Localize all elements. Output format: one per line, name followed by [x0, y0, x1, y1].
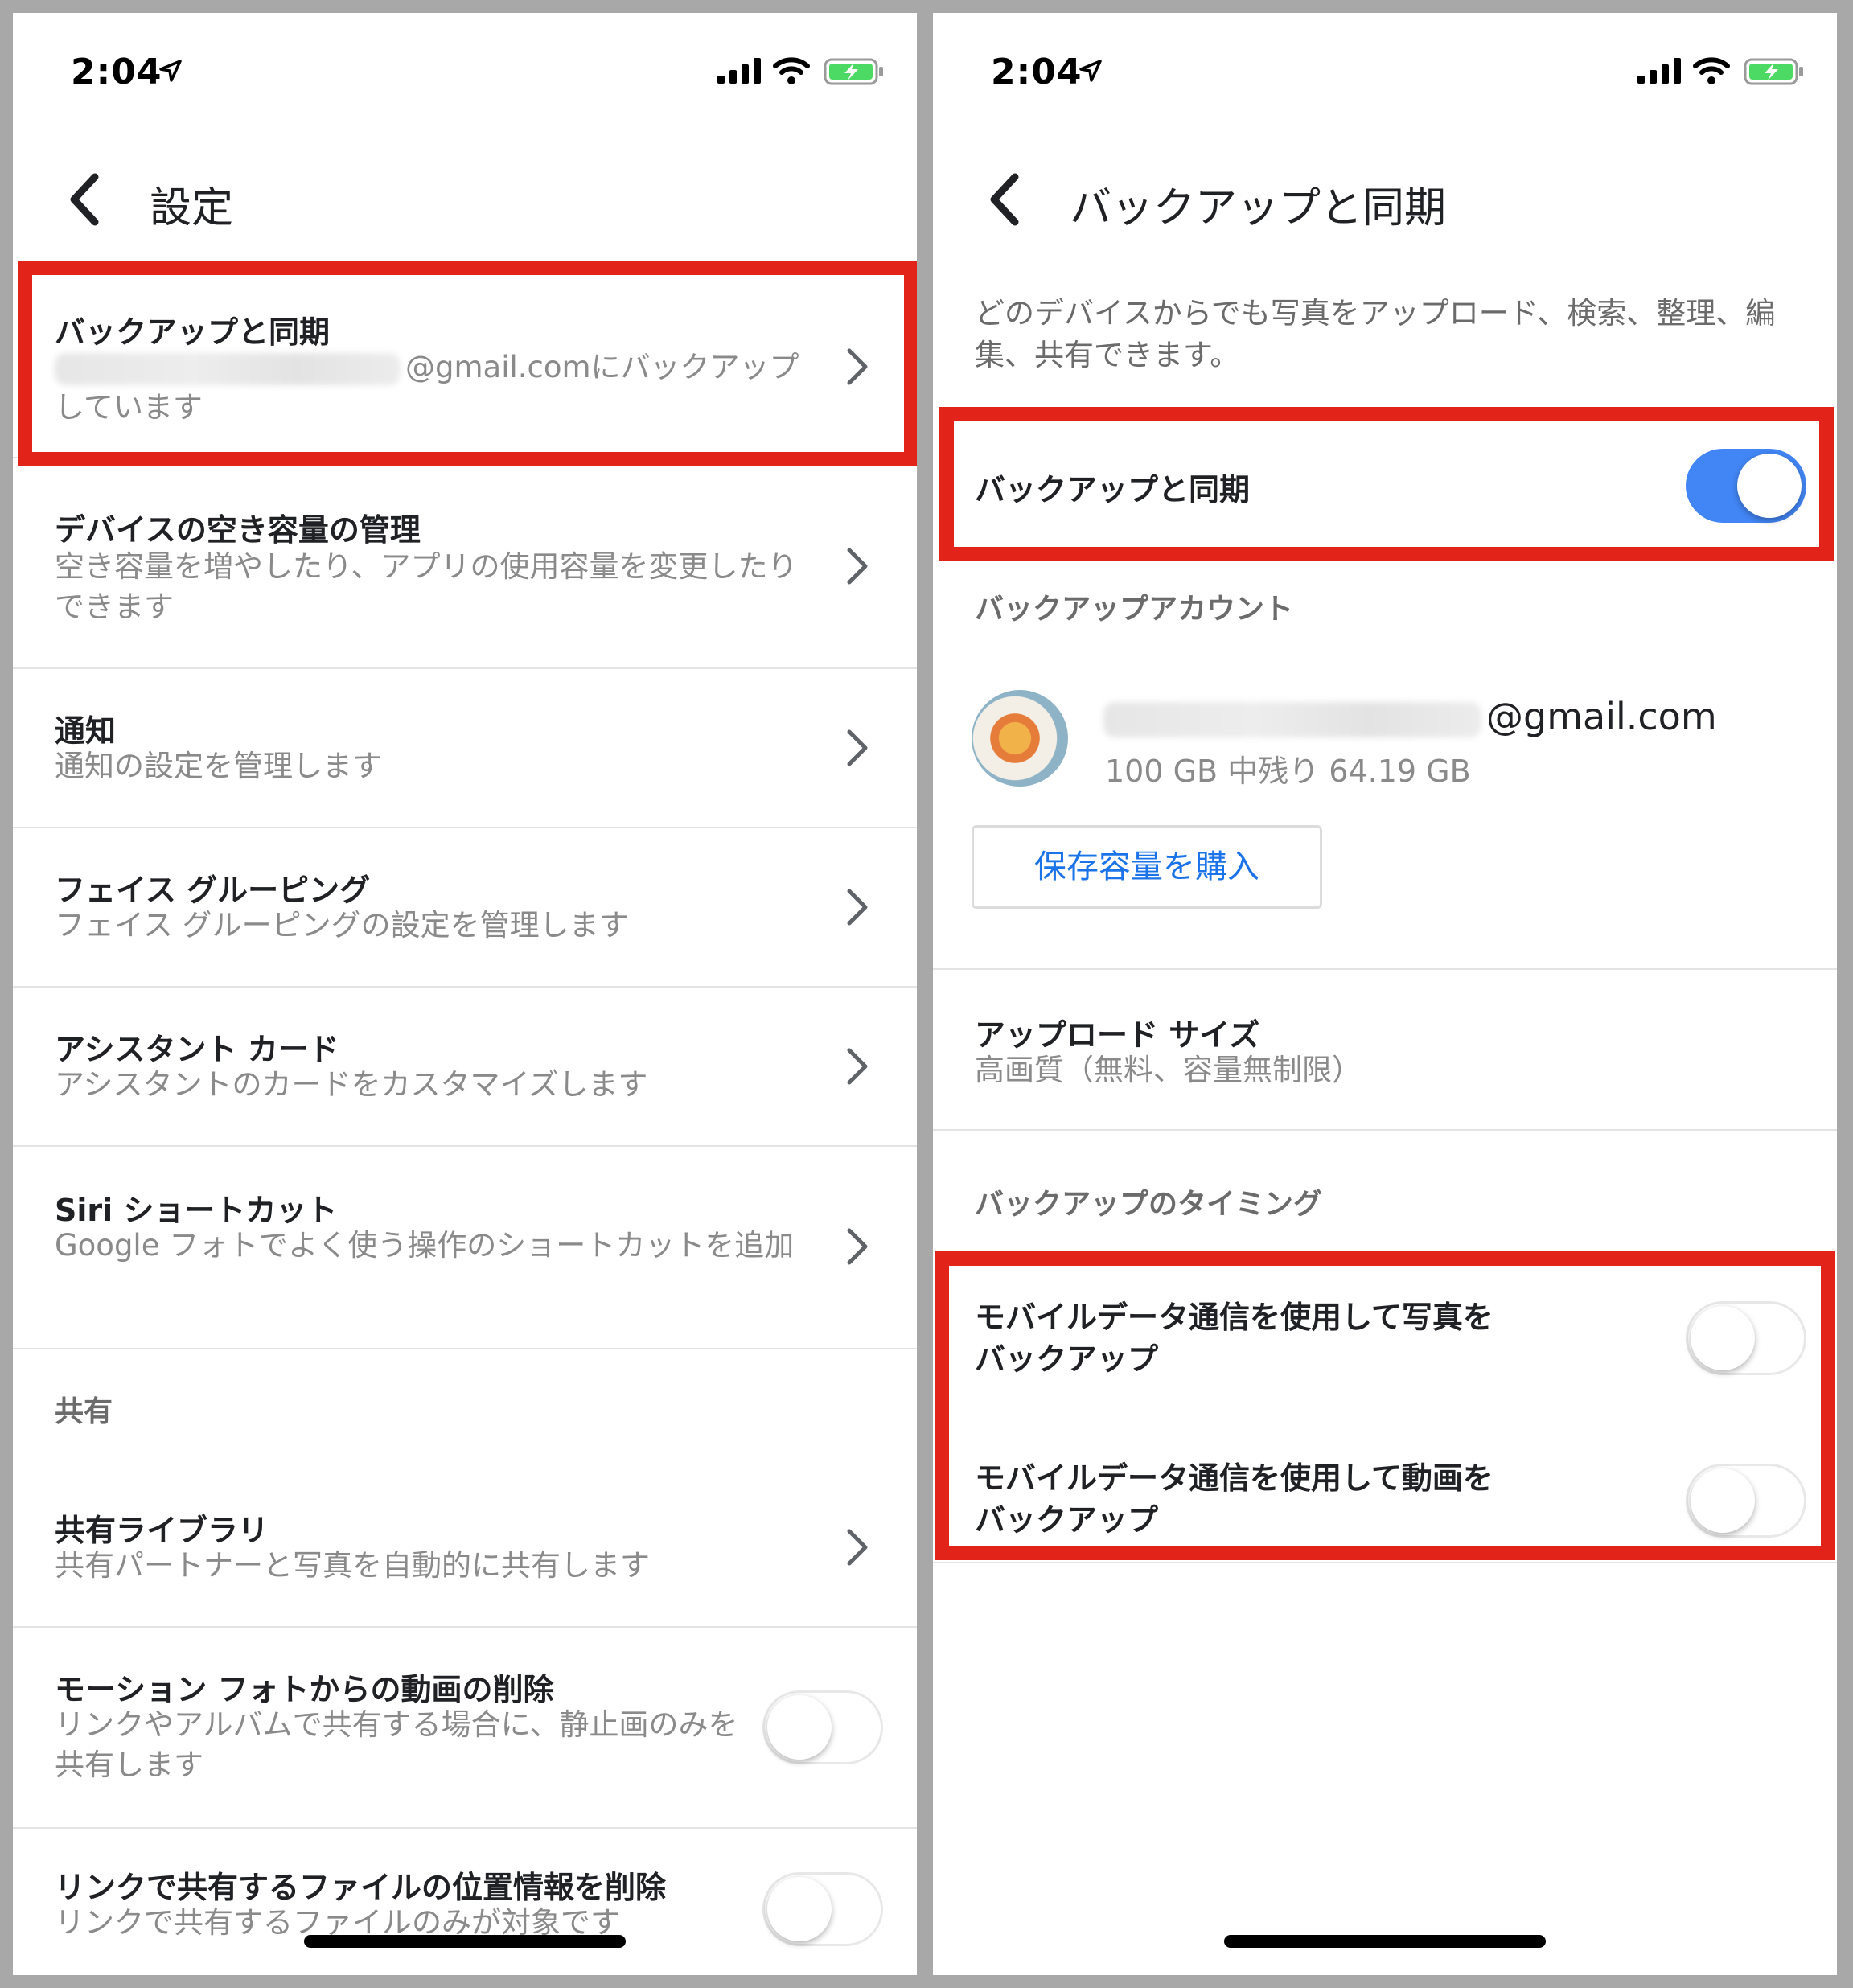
chevron-right-icon [847, 1529, 868, 1566]
home-indicator [1224, 1935, 1546, 1948]
row-title: バックアップと同期 [55, 314, 331, 350]
section-label-shared: 共有 [55, 1395, 113, 1428]
location-arrow-icon [1079, 60, 1102, 82]
home-indicator [304, 1935, 626, 1948]
back-arrow-icon[interactable] [981, 170, 1029, 228]
mobile-data-videos-row: モバイルデータ通信を使用して動画を バックアップ [933, 1425, 1837, 1578]
row-title: モーション フォトからの動画の削除 [55, 1672, 554, 1707]
settings-row-assistant-cards[interactable]: アシスタント カード アシスタントのカードをカスタマイズします [13, 988, 917, 1147]
chevron-right-icon [847, 1228, 868, 1265]
redacted-email [1103, 701, 1481, 737]
status-time: 2:04 [71, 51, 162, 92]
page-title: 設定 [150, 184, 234, 232]
settings-row-shared-library[interactable]: 共有ライブラリ 共有パートナーと写真を自動的に共有します [13, 1468, 917, 1628]
row-subtitle: アシスタントのカードをカスタマイズします [55, 1067, 648, 1102]
cellular-signal-icon [1637, 58, 1681, 84]
row-title: モバイルデータ通信を使用して写真を バックアップ [975, 1300, 1493, 1377]
mobile-data-videos-toggle[interactable] [1686, 1464, 1806, 1538]
status-bar: 2:04 [933, 13, 1837, 125]
upload-size-row[interactable]: アップロード サイズ 高画質（無料、容量無制限） [933, 968, 1837, 1131]
chevron-right-icon [847, 889, 868, 926]
header: バックアップと同期 [933, 142, 1837, 254]
row-title: フェイス グルーピング [55, 873, 371, 908]
chevron-right-icon [847, 729, 868, 766]
settings-row-remove-location: リンクで共有するファイルの位置情報を削除 リンクで共有するファイルのみが対象です [13, 1829, 917, 1975]
header: 設定 [13, 142, 917, 254]
row-subtitle: 空き容量を増やしたり、アプリの使用容量を変更したりできます [55, 549, 798, 624]
row-title: リンクで共有するファイルの位置情報を削除 [55, 1870, 667, 1905]
toggle-knob [1691, 1306, 1755, 1370]
settings-row-notifications[interactable]: 通知 通知の設定を管理します [13, 669, 917, 828]
settings-row-free-space[interactable]: デバイスの空き容量の管理 空き容量を増やしたり、アプリの使用容量を変更したりでき… [13, 457, 917, 669]
battery-charging-icon [824, 58, 883, 85]
row-title: アシスタント カード [55, 1032, 339, 1067]
toggle-knob [1737, 454, 1802, 518]
section-label-backup-timing: バックアップのタイミング [975, 1188, 1323, 1221]
battery-charging-icon [1744, 58, 1803, 85]
back-arrow-icon[interactable] [61, 170, 109, 228]
chevron-right-icon [847, 348, 868, 385]
row-title: バックアップと同期 [975, 472, 1251, 507]
row-title: 共有ライブラリ [55, 1513, 269, 1548]
row-title: 通知 [55, 713, 117, 749]
chevron-right-icon [847, 548, 868, 585]
status-bar: 2:04 [13, 13, 917, 125]
location-arrow-icon [159, 60, 182, 82]
row-subtitle: 高画質（無料、容量無制限） [975, 1053, 1362, 1087]
description-text: どのデバイスからでも写真をアップロード、検索、整理、編集、共有できます。 [975, 296, 1776, 372]
toggle-knob [767, 1695, 832, 1760]
row-subtitle: @gmail.comにバックアップ しています [55, 350, 799, 425]
redacted-email [55, 352, 401, 385]
account-email: @gmail.com [1103, 695, 1717, 738]
backup-sync-row: バックアップと同期 [933, 415, 1837, 552]
row-title: Siri ショートカット [55, 1193, 338, 1228]
row-title: デバイスの空き容量の管理 [55, 512, 421, 548]
wifi-icon [773, 57, 810, 84]
cellular-signal-icon [717, 58, 761, 84]
toggle-knob [767, 1877, 832, 1941]
wifi-icon [1693, 57, 1730, 84]
buy-storage-button[interactable]: 保存容量を購入 [972, 825, 1322, 909]
row-subtitle: フェイス グルーピングの設定を管理します [55, 908, 629, 943]
row-subtitle: リンクやアルバムで共有する場合に、静止画のみを共有します [55, 1707, 738, 1782]
row-subtitle: 共有パートナーと写真を自動的に共有します [55, 1548, 650, 1583]
row-title: モバイルデータ通信を使用して動画を バックアップ [975, 1460, 1493, 1538]
divider [933, 1562, 1837, 1563]
settings-screen: 2:04 設定 バックアップと同期 @gmail.comにバックアップ していま… [13, 13, 917, 1975]
status-time: 2:04 [991, 51, 1083, 92]
remove-location-toggle[interactable] [762, 1872, 883, 1946]
row-subtitle: 通知の設定を管理します [55, 749, 382, 783]
backup-sync-screen: 2:04 バックアップと同期 どのデバイスからでも写真をアップロード、検索、整理… [933, 13, 1837, 1975]
settings-row-siri-shortcuts[interactable]: Siri ショートカット Google フォトでよく使う操作のショートカットを追… [13, 1147, 917, 1349]
storage-usage: 100 GB 中残り 64.19 GB [1105, 754, 1471, 789]
row-subtitle: Google フォトでよく使う操作のショートカットを追加 [55, 1228, 795, 1263]
row-title: アップロード サイズ [975, 1017, 1260, 1053]
section-label-backup-account: バックアップアカウント [975, 593, 1294, 626]
toggle-knob [1691, 1468, 1755, 1533]
settings-row-face-grouping[interactable]: フェイス グルーピング フェイス グルーピングの設定を管理します [13, 828, 917, 988]
chevron-right-icon [847, 1048, 868, 1085]
settings-row-backup-sync[interactable]: バックアップと同期 @gmail.comにバックアップ しています [13, 267, 917, 458]
motion-photo-toggle[interactable] [762, 1690, 883, 1764]
mobile-data-photos-toggle[interactable] [1686, 1301, 1806, 1375]
page-title: バックアップと同期 [1070, 184, 1447, 232]
account-avatar [972, 690, 1068, 787]
mobile-data-photos-row: モバイルデータ通信を使用して写真を バックアップ [933, 1267, 1837, 1420]
backup-sync-toggle[interactable] [1686, 449, 1806, 523]
settings-row-motion-photo: モーション フォトからの動画の削除 リンクやアルバムで共有する場合に、静止画のみ… [13, 1628, 917, 1829]
